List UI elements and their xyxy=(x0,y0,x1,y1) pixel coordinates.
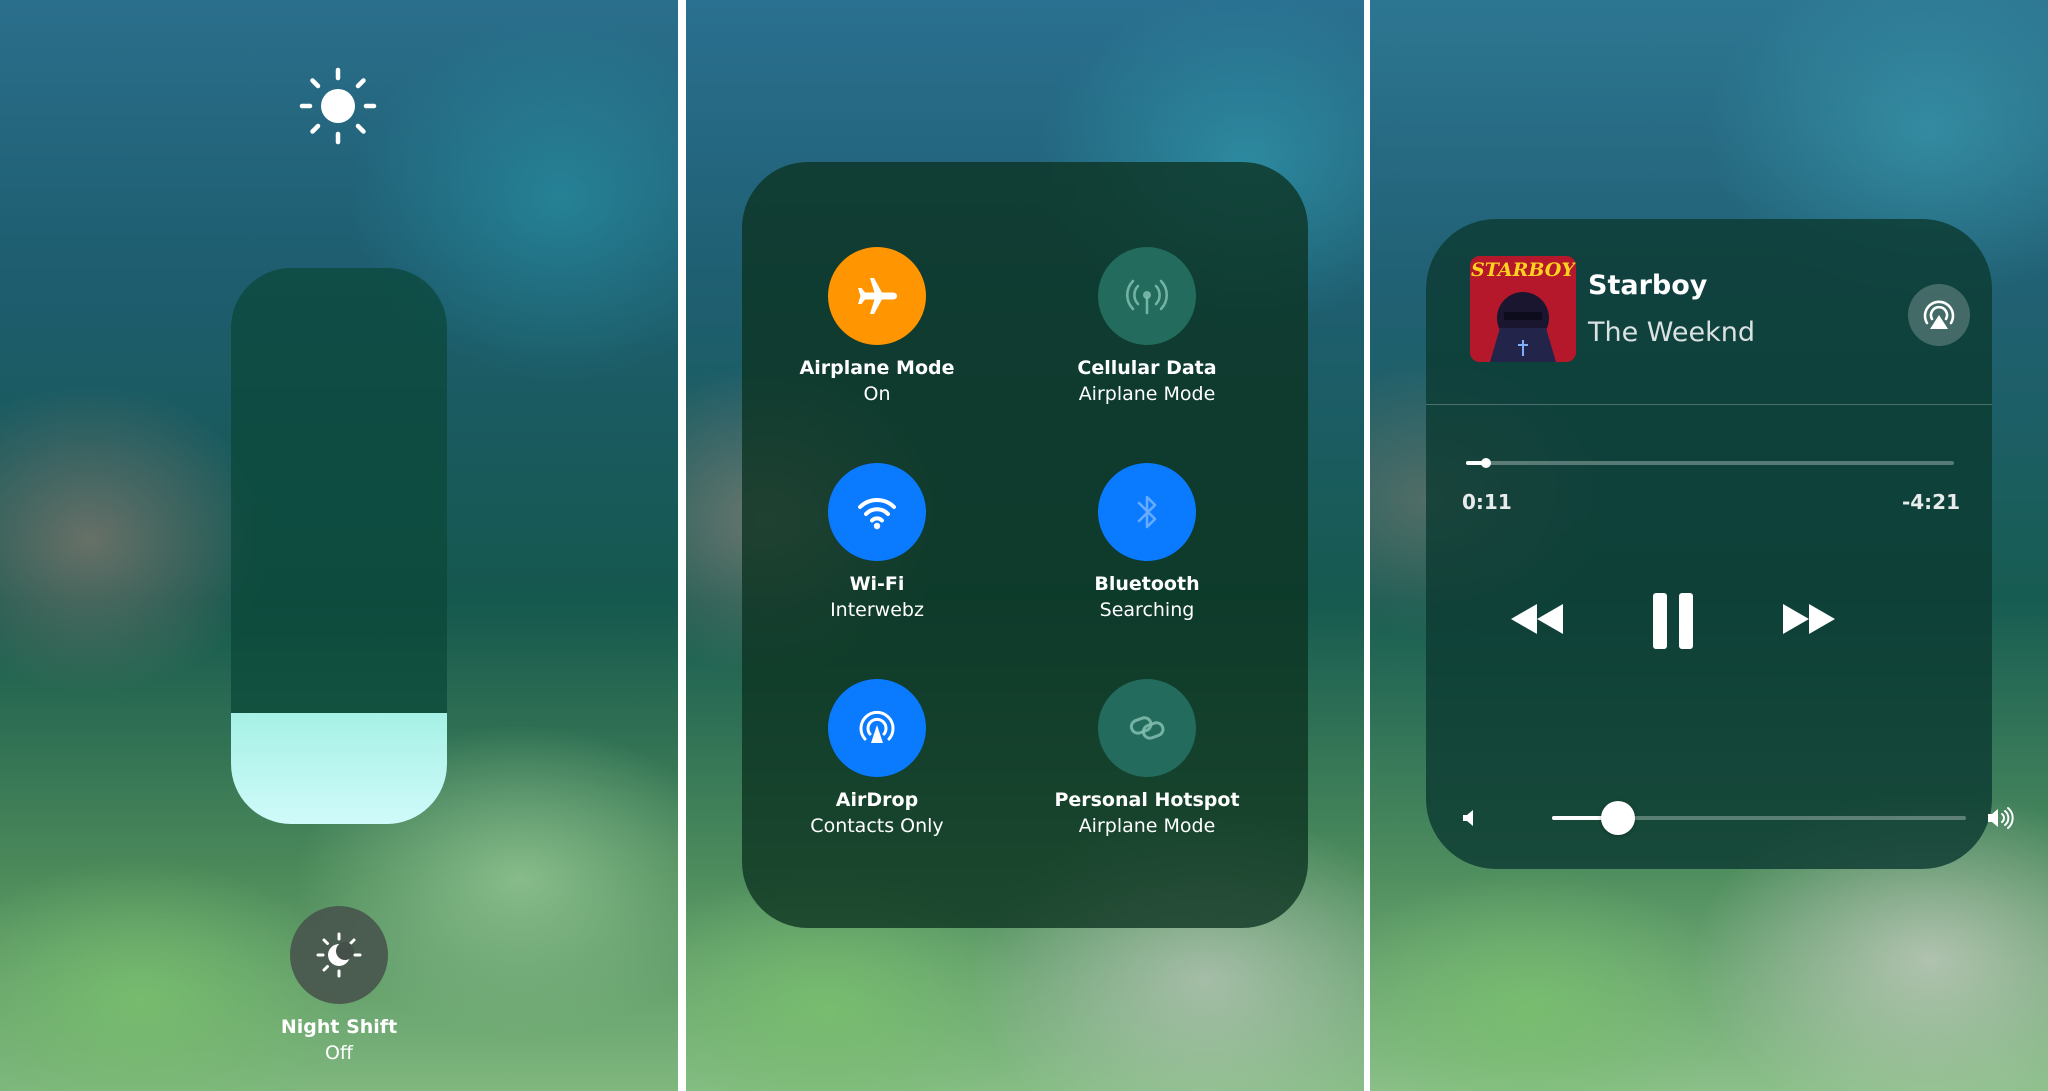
night-shift-label: Night Shift xyxy=(280,1016,398,1038)
personal-hotspot-button[interactable] xyxy=(1098,679,1196,777)
pane-divider xyxy=(678,0,686,1091)
wifi-icon xyxy=(858,497,896,530)
airplane-mode-status: On xyxy=(863,383,891,405)
hotspot-link-icon xyxy=(1129,716,1165,740)
rewind-icon xyxy=(1511,604,1563,634)
album-art-title: STARBOY xyxy=(1471,259,1576,281)
song-title: Starboy xyxy=(1588,270,1708,301)
personal-hotspot-label: Personal Hotspot xyxy=(1054,789,1240,811)
fast-forward-icon xyxy=(1783,604,1835,634)
now-playing-card: STARBOY Starboy The Weeknd 0:11 -4:21 xyxy=(1426,219,2014,869)
airdrop-icon xyxy=(859,710,895,743)
bluetooth-button[interactable] xyxy=(1098,463,1196,561)
volume-high-icon xyxy=(1988,807,2014,829)
brightness-slider[interactable] xyxy=(231,268,447,824)
connectivity-pane: Airplane Mode On Cellular Data Airplane … xyxy=(686,0,1364,1091)
night-shift-state: Off xyxy=(324,1042,354,1064)
volume-low-icon xyxy=(1463,810,1473,826)
wifi-button[interactable] xyxy=(828,463,926,561)
song-artist: The Weeknd xyxy=(1588,317,1756,348)
time-remaining: -4:21 xyxy=(1901,490,1960,514)
airplane-mode-toggle[interactable]: Airplane Mode On xyxy=(742,247,1012,405)
playback-scrubber[interactable] xyxy=(1466,458,1954,468)
brightness-level-fill xyxy=(231,712,447,824)
wifi-label: Wi-Fi xyxy=(849,573,905,595)
album-art-image: STARBOY xyxy=(1470,256,1576,362)
airplane-mode-button[interactable] xyxy=(828,247,926,345)
sun-icon xyxy=(299,67,377,145)
brightness-pane: Night Shift Off xyxy=(0,0,678,1091)
volume-slider-knob[interactable] xyxy=(1601,801,1636,835)
cellular-data-button[interactable] xyxy=(1098,247,1196,345)
volume-slider[interactable] xyxy=(1552,801,1966,835)
pause-icon xyxy=(1653,593,1693,649)
album-art[interactable]: STARBOY xyxy=(1470,256,1576,362)
cellular-antenna-icon xyxy=(1126,279,1168,315)
night-shift-button[interactable] xyxy=(290,906,388,1004)
bluetooth-status: Searching xyxy=(1099,599,1195,621)
wifi-network-name: Interwebz xyxy=(830,599,924,621)
wifi-toggle[interactable]: Wi-Fi Interwebz xyxy=(742,463,1012,621)
cellular-data-toggle[interactable]: Cellular Data Airplane Mode xyxy=(1012,247,1282,405)
music-pane: STARBOY Starboy The Weeknd 0:11 -4:21 xyxy=(1370,0,2048,1091)
personal-hotspot-status: Airplane Mode xyxy=(1078,815,1216,837)
bluetooth-icon xyxy=(1137,495,1157,529)
connectivity-card: Airplane Mode On Cellular Data Airplane … xyxy=(742,162,1308,928)
bluetooth-toggle[interactable]: Bluetooth Searching xyxy=(1012,463,1282,621)
rewind-button[interactable] xyxy=(1504,594,1570,644)
airdrop-button[interactable] xyxy=(828,679,926,777)
airdrop-status: Contacts Only xyxy=(810,815,944,837)
fast-forward-button[interactable] xyxy=(1776,594,1842,644)
airplane-icon xyxy=(858,278,897,314)
time-elapsed: 0:11 xyxy=(1462,490,1512,514)
airplay-button[interactable] xyxy=(1908,284,1970,346)
card-separator xyxy=(1426,404,1992,405)
playback-scrubber-knob[interactable] xyxy=(1480,458,1491,468)
airdrop-label: AirDrop xyxy=(835,789,919,811)
night-shift-icon xyxy=(316,932,362,978)
cellular-data-label: Cellular Data xyxy=(1077,357,1217,379)
bluetooth-label: Bluetooth xyxy=(1094,573,1200,595)
cellular-data-status: Airplane Mode xyxy=(1078,383,1216,405)
personal-hotspot-toggle[interactable]: Personal Hotspot Airplane Mode xyxy=(1012,679,1282,837)
pause-button[interactable] xyxy=(1643,590,1703,652)
airplane-mode-label: Airplane Mode xyxy=(799,357,955,379)
airdrop-toggle[interactable]: AirDrop Contacts Only xyxy=(742,679,1012,837)
airplay-icon xyxy=(1923,300,1955,329)
